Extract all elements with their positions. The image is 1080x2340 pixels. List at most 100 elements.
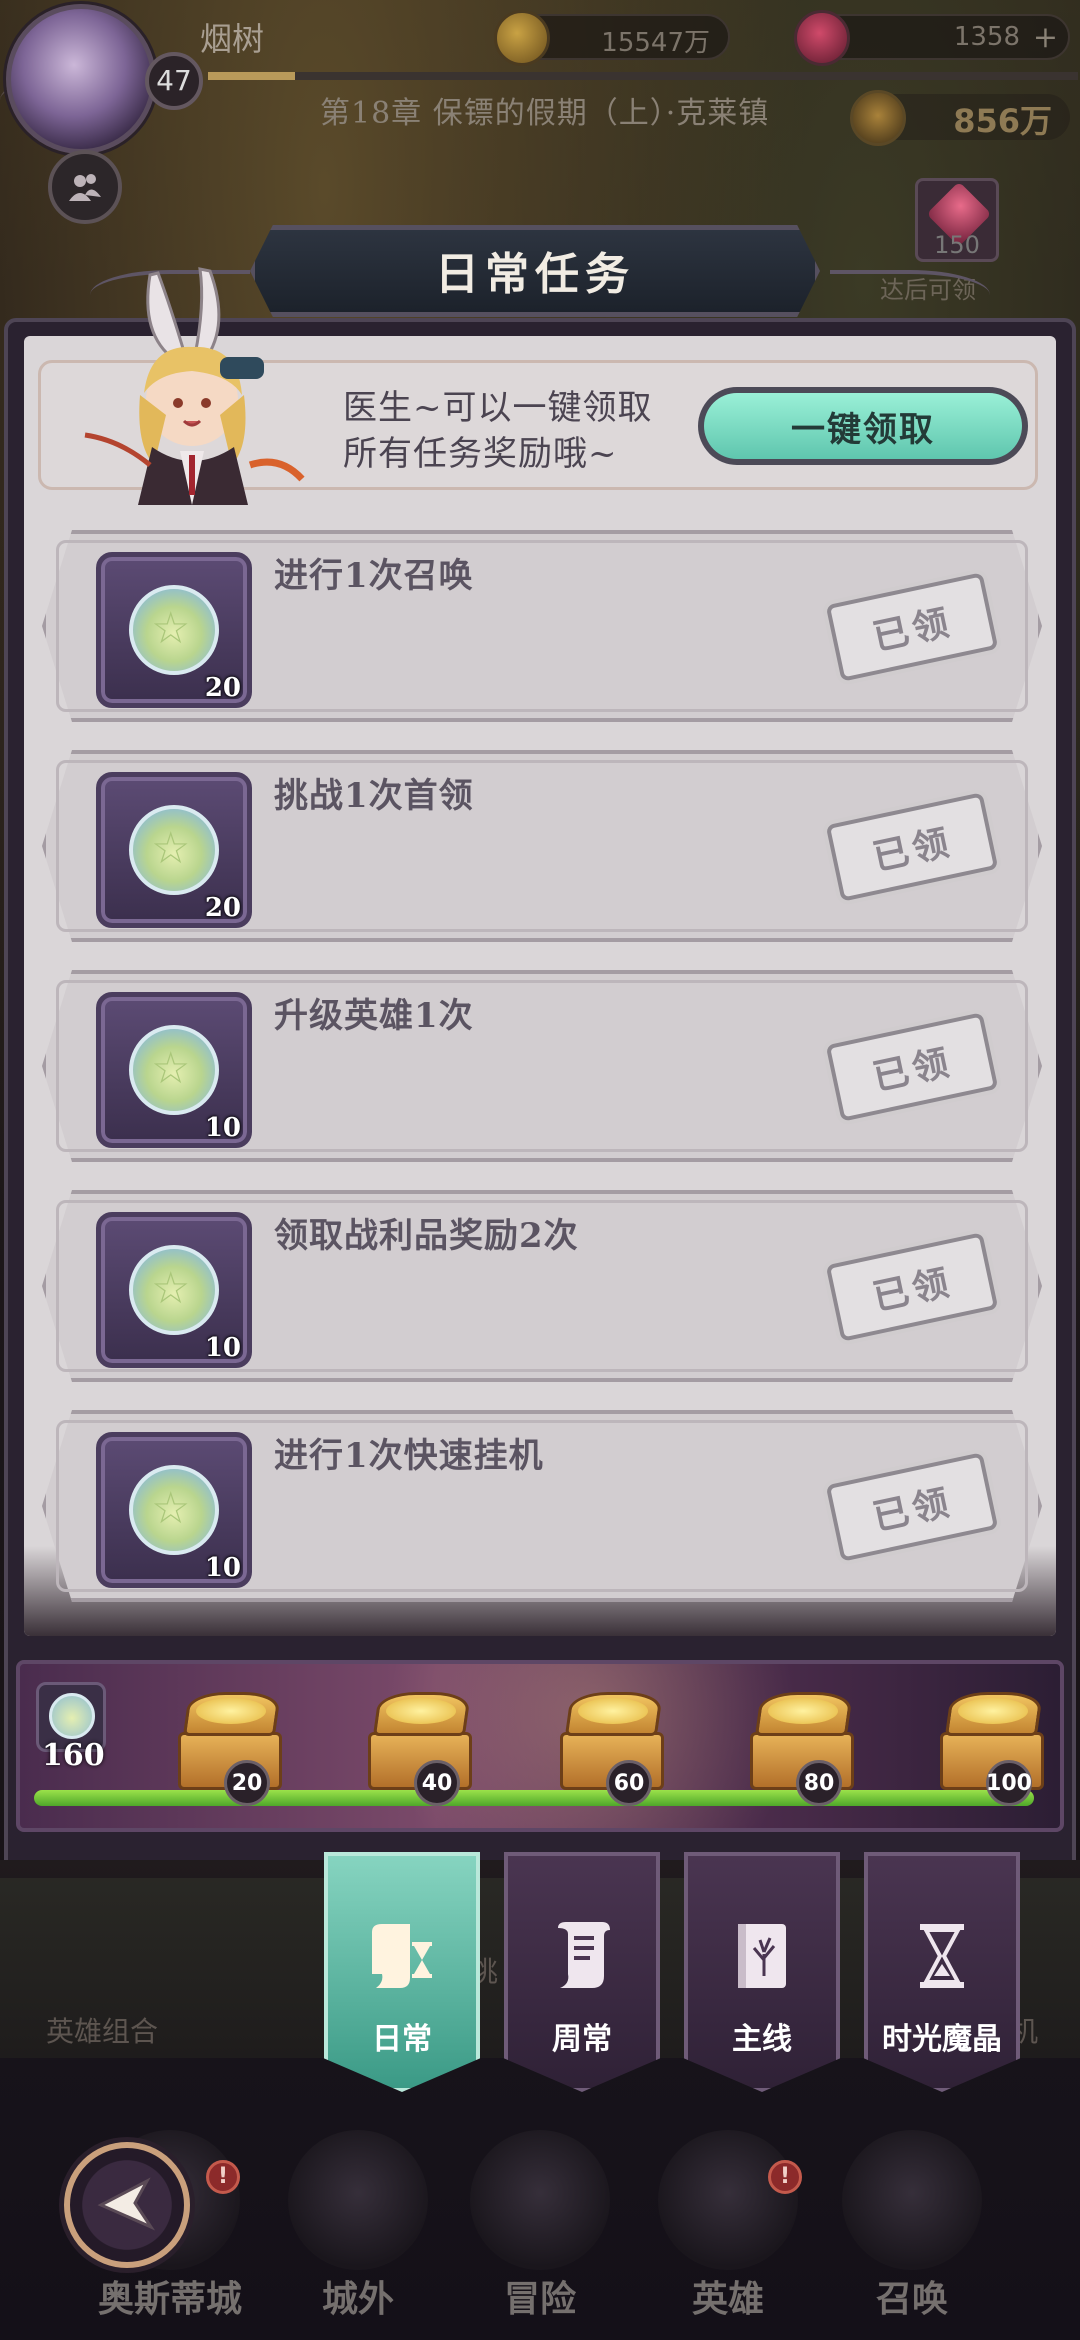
helper-message-line1: 医生~可以一键领取 bbox=[343, 388, 653, 428]
nav-adventure[interactable]: 冒险 bbox=[440, 2120, 640, 2330]
tab-time-crystal[interactable]: 时光魔晶 bbox=[864, 1852, 1020, 2092]
nav-label: 奥斯蒂城 bbox=[97, 2278, 242, 2320]
milestone-badge: 40 bbox=[414, 1760, 460, 1806]
reward-quantity: 10 bbox=[204, 1113, 241, 1143]
title-ornament-right bbox=[830, 270, 990, 320]
gold-value: 15547万 bbox=[601, 28, 710, 58]
milestone-badge: 80 bbox=[796, 1760, 842, 1806]
nav-outskirts[interactable]: 城外 bbox=[258, 2120, 458, 2330]
chest-gold bbox=[958, 1698, 1028, 1724]
nav-summon[interactable]: 召唤 bbox=[812, 2120, 1012, 2330]
exp-bar bbox=[208, 72, 1078, 80]
task-row: ☆ 10 升级英雄1次 已领 bbox=[42, 970, 1042, 1162]
task-row: ☆ 10 领取战利品奖励2次 已领 bbox=[42, 1190, 1042, 1382]
scroll-icon bbox=[558, 1922, 610, 1988]
tab-weekly[interactable]: 周常 bbox=[504, 1852, 660, 2092]
gold-coin-icon bbox=[494, 10, 550, 66]
back-arrow-icon bbox=[97, 2177, 156, 2231]
reward-quantity: 20 bbox=[204, 673, 241, 703]
star-icon: ☆ bbox=[151, 603, 191, 654]
idle-gold-value: 856万 bbox=[953, 102, 1052, 140]
add-gems-button[interactable]: + bbox=[1033, 20, 1058, 55]
task-name: 进行1次快速挂机 bbox=[274, 1436, 544, 1476]
player-level-badge: 47 bbox=[145, 52, 203, 110]
gem-counter[interactable]: 1358 + bbox=[794, 10, 1070, 66]
gem-pack-count: 150 bbox=[934, 231, 980, 259]
claimed-label: 已领 bbox=[869, 1481, 957, 1539]
nav-label: 英雄 bbox=[691, 2278, 764, 2320]
ship-icon bbox=[288, 2130, 428, 2270]
chest-gold bbox=[578, 1698, 648, 1724]
alert-badge-icon: ! bbox=[768, 2160, 802, 2194]
star-icon: ☆ bbox=[151, 1043, 191, 1094]
tab-label: 时光魔晶 bbox=[882, 2022, 1002, 2057]
gold-counter[interactable]: 15547万 bbox=[494, 10, 730, 66]
book-tree-icon bbox=[738, 1924, 786, 1988]
helper-banner: 医生~可以一键领取 所有任务奖励哦~ 一键领取 bbox=[38, 267, 1038, 505]
nav-label: 城外 bbox=[321, 2278, 394, 2320]
claim-all-button[interactable]: 一键领取 bbox=[698, 387, 1028, 465]
hourglass-icon bbox=[920, 1924, 964, 1988]
tab-daily[interactable]: 日常 bbox=[324, 1852, 480, 2092]
chest-gold bbox=[386, 1698, 456, 1724]
tab-label: 日常 bbox=[372, 2022, 432, 2057]
summon-icon bbox=[842, 2130, 982, 2270]
alert-badge-icon: ! bbox=[206, 2160, 240, 2194]
task-reward-slot[interactable]: ☆ 20 bbox=[96, 552, 252, 708]
task-row: ☆ 10 进行1次快速挂机 已领 bbox=[42, 1410, 1042, 1602]
back-button[interactable] bbox=[64, 2142, 190, 2268]
claimed-label: 已领 bbox=[869, 821, 957, 879]
gem-pack-reward[interactable]: 150 bbox=[915, 178, 999, 262]
tab-label: 周常 bbox=[552, 2022, 612, 2057]
star-icon: ☆ bbox=[151, 823, 191, 874]
chest-gold bbox=[196, 1698, 266, 1724]
milestone-badge: 100 bbox=[986, 1760, 1032, 1806]
idle-gold-icon bbox=[850, 90, 906, 146]
bunny-girl-character-icon bbox=[84, 267, 305, 505]
task-name: 领取战利品奖励2次 bbox=[274, 1216, 579, 1256]
hero-combo-label: 英雄组合 bbox=[46, 2015, 159, 2048]
milestone-badge: 60 bbox=[606, 1760, 652, 1806]
friends-button[interactable] bbox=[48, 150, 122, 224]
claimed-label: 已领 bbox=[869, 1261, 957, 1319]
task-name: 升级英雄1次 bbox=[274, 996, 474, 1036]
idle-gold-counter[interactable]: 856万 bbox=[850, 90, 1070, 146]
reward-quantity: 10 bbox=[204, 1553, 241, 1583]
adventure-icon bbox=[470, 2130, 610, 2270]
chapter-label[interactable]: 第18章 保镖的假期（上）·克莱镇 bbox=[320, 88, 769, 132]
gem-icon bbox=[794, 10, 850, 66]
chest-gold bbox=[768, 1698, 838, 1724]
task-name: 挑战1次首领 bbox=[274, 776, 474, 816]
milestone-badge: 20 bbox=[224, 1760, 270, 1806]
task-reward-slot[interactable]: ☆ 10 bbox=[96, 992, 252, 1148]
star-icon: ☆ bbox=[151, 1483, 191, 1534]
friends-icon bbox=[69, 174, 101, 201]
task-reward-slot[interactable]: ☆ 10 bbox=[96, 1212, 252, 1368]
tab-main-quest[interactable]: 主线 bbox=[684, 1852, 840, 2092]
exp-bar-fill bbox=[208, 72, 295, 80]
claimed-label: 已领 bbox=[869, 1041, 957, 1099]
task-reward-slot[interactable]: ☆ 20 bbox=[96, 772, 252, 928]
progress-bar bbox=[34, 1790, 1034, 1806]
task-row: ☆ 20 挑战1次首领 已领 bbox=[42, 750, 1042, 942]
panel-title: 日常任务 bbox=[435, 249, 635, 300]
star-icon: ☆ bbox=[151, 1263, 191, 1314]
activity-progress-track: 160 20 40 60 80 100 bbox=[16, 1660, 1064, 1832]
nav-label: 召唤 bbox=[875, 2278, 948, 2320]
progress-bar-fill bbox=[34, 1790, 1034, 1806]
helper-message: 医生~可以一键领取 所有任务奖励哦~ bbox=[343, 385, 653, 477]
gem-value: 1358 bbox=[953, 22, 1020, 52]
activity-points-value: 160 bbox=[42, 1738, 105, 1773]
nav-label: 冒险 bbox=[503, 2278, 576, 2320]
player-name: 烟树 bbox=[200, 20, 265, 58]
task-reward-slot[interactable]: ☆ 10 bbox=[96, 1432, 252, 1588]
hero-icon bbox=[658, 2130, 798, 2270]
helper-message-line2: 所有任务奖励哦~ bbox=[343, 434, 618, 474]
reward-quantity: 20 bbox=[204, 893, 241, 923]
reward-quantity: 10 bbox=[204, 1333, 241, 1363]
nav-heroes[interactable]: 英雄 ! bbox=[628, 2120, 828, 2330]
task-name: 进行1次召唤 bbox=[274, 556, 474, 596]
claimed-label: 已领 bbox=[869, 601, 957, 659]
task-row: ☆ 20 进行1次召唤 已领 bbox=[42, 530, 1042, 722]
player-avatar[interactable] bbox=[6, 4, 156, 154]
